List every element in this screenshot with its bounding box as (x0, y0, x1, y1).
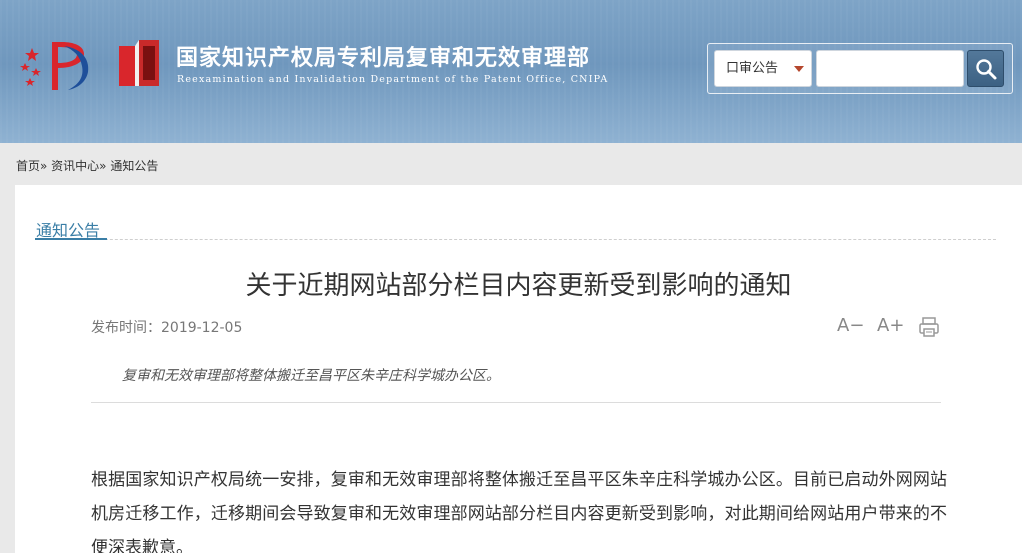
article-body: 根据国家知识产权局统一安排，复审和无效审理部将整体搬迁至昌平区朱辛庄科学城办公区… (91, 470, 947, 553)
site-subtitle: Reexamination and Invalidation Departmen… (177, 74, 609, 85)
font-increase-button[interactable]: A+ (877, 315, 905, 339)
article-title: 关于近期网站部分栏目内容更新受到影响的通知 (245, 271, 792, 301)
search-category-select[interactable]: 口审公告 (714, 50, 812, 87)
font-increase-label: A+ (877, 315, 905, 336)
search-input[interactable] (816, 50, 964, 87)
cnipa-logo-icon[interactable] (18, 38, 100, 92)
breadcrumb[interactable]: 首页» 资讯中心» 通知公告 (16, 157, 158, 174)
article-summary: 复审和无效审理部将整体搬迁至昌平区朱辛庄科学城办公区。 (122, 368, 500, 384)
search-button[interactable] (967, 50, 1004, 87)
chevron-down-icon (794, 66, 804, 72)
publish-time: 发布时间：2019-12-05 (91, 320, 243, 336)
section-divider (35, 239, 996, 240)
printer-icon (919, 317, 939, 337)
font-decrease-button[interactable]: A− (837, 315, 865, 339)
print-button[interactable] (917, 315, 941, 339)
site-title: 国家知识产权局专利局复审和无效审理部 (176, 45, 591, 71)
search-category-label: 口审公告 (726, 61, 779, 76)
summary-divider (91, 402, 941, 403)
font-decrease-label: A− (837, 315, 865, 336)
search-bar: 口审公告 (707, 43, 1013, 94)
department-emblem-icon (119, 40, 159, 86)
search-icon (976, 59, 997, 80)
section-divider-accent (35, 238, 107, 240)
article-tools: A− A+ (837, 315, 947, 339)
site-header: 国家知识产权局专利局复审和无效审理部 Reexamination and Inv… (0, 0, 1022, 143)
content-panel: 通知公告 关于近期网站部分栏目内容更新受到影响的通知 发布时间：2019-12-… (15, 185, 1022, 553)
